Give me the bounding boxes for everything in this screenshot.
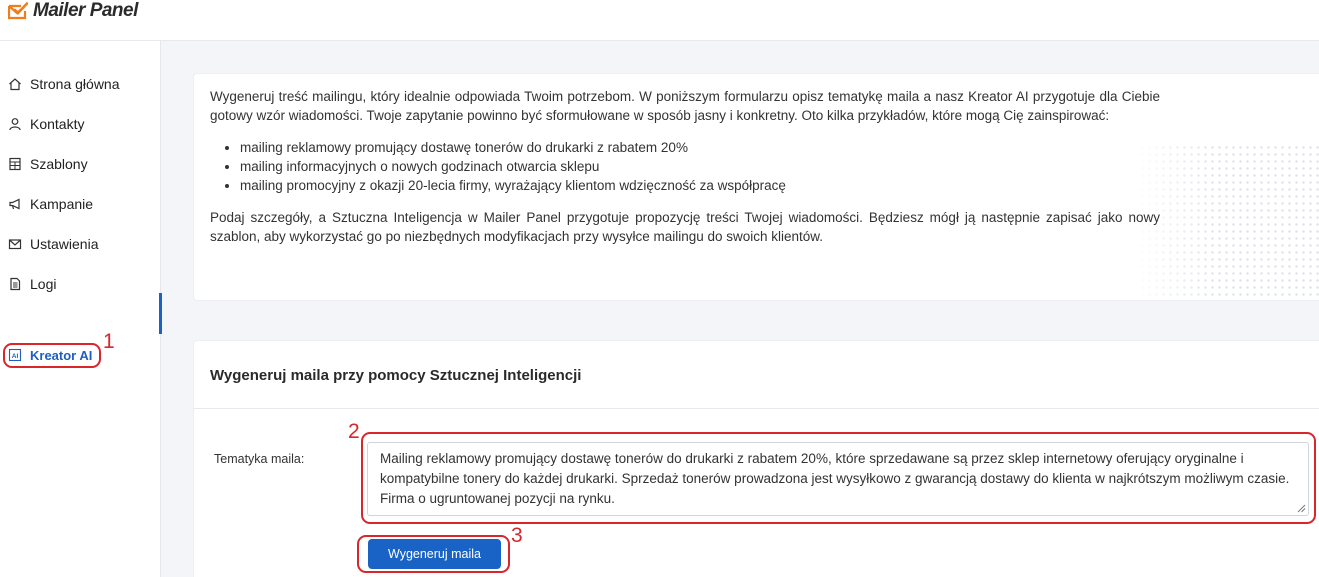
sidebar-item-settings[interactable]: Ustawienia	[8, 234, 98, 254]
sidebar-item-label: Kampanie	[30, 196, 94, 212]
sidebar-item-label: Kontakty	[30, 116, 85, 132]
sidebar-item-templates[interactable]: Szablony	[8, 154, 88, 174]
examples-list: mailing reklamowy promujący dostawę tone…	[240, 138, 1160, 195]
logo-envelope-check-icon	[8, 2, 28, 20]
annotation-number-1: 1	[103, 330, 115, 353]
ai-form-card: Wygeneruj maila przy pomocy Sztucznej In…	[193, 340, 1319, 577]
info-outro: Podaj szczegóły, a Sztuczna Inteligencja…	[210, 210, 1160, 244]
info-card: Wygeneruj treść mailingu, który idealnie…	[193, 73, 1319, 301]
topic-textarea[interactable]: Mailing reklamowy promujący dostawę tone…	[367, 442, 1309, 516]
list-item: mailing promocyjny z okazji 20-lecia fir…	[240, 176, 1160, 195]
list-item: mailing reklamowy promujący dostawę tone…	[240, 138, 1160, 157]
svg-text:AI: AI	[12, 353, 19, 360]
ai-icon: AI	[8, 348, 22, 362]
resize-grip-icon[interactable]	[1296, 503, 1306, 513]
app-title: Mailer Panel	[33, 0, 138, 21]
sidebar-item-label: Ustawienia	[30, 236, 99, 252]
envelope-icon	[8, 239, 22, 250]
form-title: Wygeneruj maila przy pomocy Sztucznej In…	[210, 367, 582, 384]
info-intro: Wygeneruj treść mailingu, który idealnie…	[210, 89, 1160, 123]
annotation-number-3: 3	[511, 524, 523, 547]
sidebar-item-campaigns[interactable]: Kampanie	[8, 194, 93, 214]
app-logo[interactable]: Mailer Panel	[8, 0, 138, 22]
sidebar: Strona główna Kontakty Szablony Kampanie…	[0, 41, 161, 577]
template-icon	[9, 157, 21, 171]
user-icon	[9, 118, 21, 131]
sidebar-item-logs[interactable]: Logi	[8, 274, 56, 294]
list-item: mailing informacyjnych o nowych godzinac…	[240, 157, 1160, 176]
divider	[194, 408, 1319, 409]
sidebar-item-ai-creator[interactable]: AI Kreator AI	[8, 345, 92, 365]
topic-value: Mailing reklamowy promujący dostawę tone…	[380, 451, 1290, 506]
decorative-dot-pattern	[1132, 144, 1319, 300]
top-bar: Mailer Panel	[0, 0, 1319, 41]
topic-label: Tematyka maila:	[214, 452, 305, 466]
generate-email-button[interactable]: Wygeneruj maila	[368, 539, 501, 569]
annotation-number-2: 2	[348, 420, 360, 443]
sidebar-item-contacts[interactable]: Kontakty	[8, 114, 84, 134]
home-icon	[9, 78, 21, 91]
info-text: Wygeneruj treść mailingu, który idealnie…	[210, 87, 1160, 246]
active-indicator	[159, 293, 162, 334]
document-icon	[10, 277, 21, 291]
sidebar-item-label: Logi	[30, 276, 57, 292]
sidebar-item-label: Szablony	[30, 156, 88, 172]
sidebar-item-home[interactable]: Strona główna	[8, 74, 120, 94]
sidebar-item-label: Strona główna	[30, 76, 120, 92]
megaphone-icon	[9, 198, 20, 210]
sidebar-item-label: Kreator AI	[30, 347, 93, 363]
